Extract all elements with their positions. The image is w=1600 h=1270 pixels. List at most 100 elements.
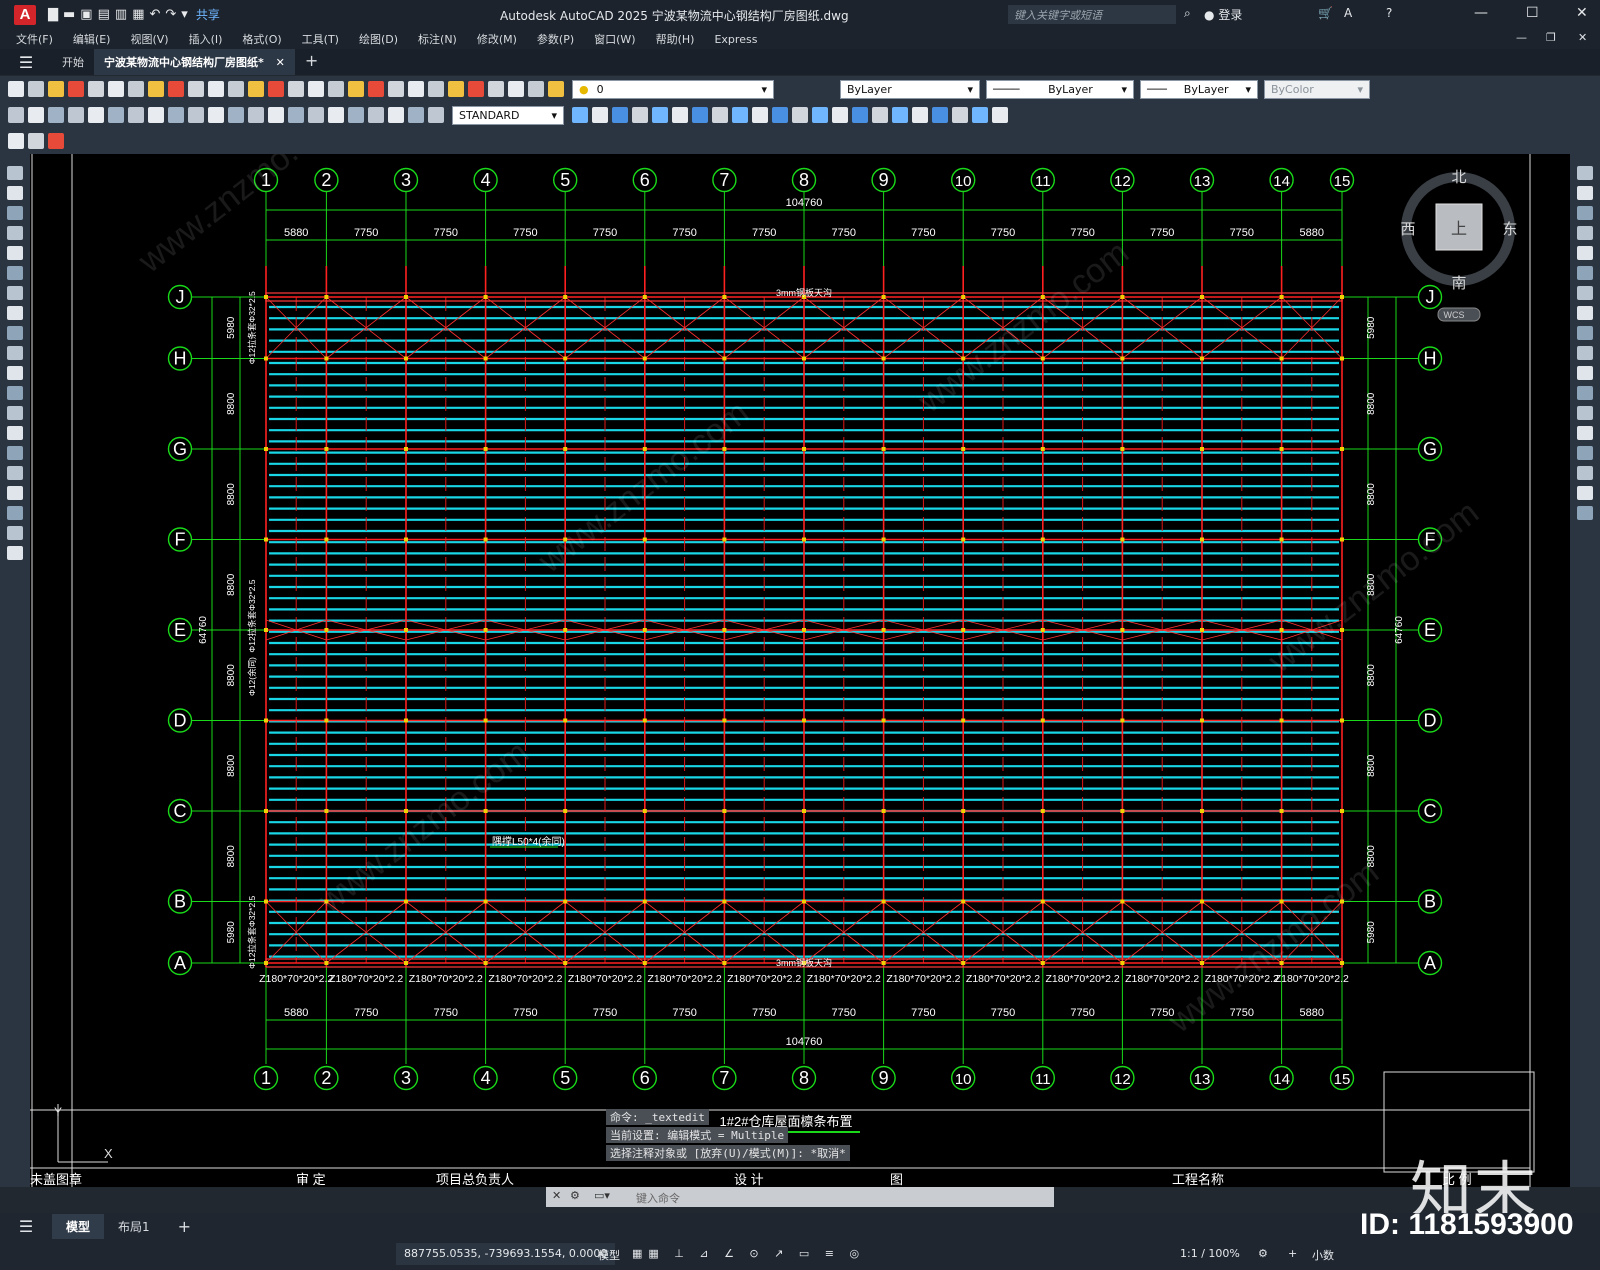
saveas-icon[interactable]: ▤ [98, 7, 110, 22]
tr2icons-b-tool-2-icon[interactable] [592, 107, 608, 123]
tr2icons-tool-9-icon[interactable] [168, 107, 184, 123]
leftbar-tool-20-icon[interactable] [7, 546, 23, 560]
rightbar-tool-9-icon[interactable] [1577, 326, 1593, 340]
menu-hamburger-icon[interactable]: ☰ [0, 49, 52, 75]
tr2icons-tool-10-icon[interactable] [188, 107, 204, 123]
annotation-scale[interactable]: 1:1 / 100% [1180, 1247, 1240, 1260]
text-style-dropdown[interactable]: STANDARD ▾ [452, 105, 564, 125]
tr2icons-tool-6-icon[interactable] [108, 107, 124, 123]
rightbar-tool-1-icon[interactable] [1577, 166, 1593, 180]
tr1icons-tool-24-icon[interactable] [468, 81, 484, 97]
rightbar-tool-2-icon[interactable] [1577, 186, 1593, 200]
tr2icons-tool-20-icon[interactable] [388, 107, 404, 123]
tr2icons-b-tool-14-icon[interactable] [832, 107, 848, 123]
color-dropdown[interactable]: ByLayer ▾ [840, 79, 980, 99]
cart-icon[interactable]: 🛒 [1318, 6, 1333, 20]
tr2icons-tool-11-icon[interactable] [208, 107, 224, 123]
minimize-icon[interactable]: — [1474, 5, 1488, 21]
tr1icons-tool-10-icon[interactable] [188, 81, 204, 97]
drawing-canvas[interactable]: 5880 7750 7750 7750 7750 7750 7750 7750 7750 7750… [30, 154, 1570, 1187]
tr2icons-b-tool-3-icon[interactable] [612, 107, 628, 123]
tab-start[interactable]: 开始 [52, 49, 94, 75]
tr1icons-tool-27-icon[interactable] [528, 81, 544, 97]
rightbar-tool-14-icon[interactable] [1577, 426, 1593, 440]
leftbar-tool-12-icon[interactable] [7, 386, 23, 400]
leftbar-tool-1-icon[interactable] [7, 166, 23, 180]
menu-express[interactable]: Express [714, 33, 757, 46]
coordinates-readout[interactable]: 887755.0535, -739693.1554, 0.0000 [396, 1243, 616, 1265]
search-input[interactable]: 键入关键字或短语 [1008, 5, 1176, 24]
menu-file[interactable]: 文件(F) [16, 31, 53, 47]
tr2icons-tool-1-icon[interactable] [8, 107, 24, 123]
tr2icons-b-tool-11-icon[interactable] [772, 107, 788, 123]
plotstyle-dropdown[interactable]: ByColor ▾ [1264, 79, 1370, 99]
redo-icon[interactable]: ↷ [165, 7, 176, 22]
menu-modify[interactable]: 修改(M) [477, 31, 517, 47]
menu-insert[interactable]: 插入(I) [189, 31, 223, 47]
undo-icon[interactable]: ↶ [149, 7, 160, 22]
tr1icons-tool-19-icon[interactable] [368, 81, 384, 97]
maximize-icon[interactable]: ☐ [1526, 5, 1539, 21]
tr1icons-tool-23-icon[interactable] [448, 81, 464, 97]
tr2icons-tool-7-icon[interactable] [128, 107, 144, 123]
layer-dropdown[interactable]: ● 0 ▾ [572, 79, 774, 99]
tr2icons-tool-22-icon[interactable] [428, 107, 444, 123]
tr1icons-tool-5-icon[interactable] [88, 81, 104, 97]
tr2icons-b-tool-8-icon[interactable] [712, 107, 728, 123]
menu-view[interactable]: 视图(V) [130, 31, 168, 47]
tr2icons-b-tool-20-icon[interactable] [952, 107, 968, 123]
settings-icon[interactable]: ⚙ [1258, 1247, 1268, 1260]
rightbar-tool-5-icon[interactable] [1577, 246, 1593, 260]
command-close-icon[interactable]: ✕ [552, 1189, 561, 1202]
linetype-dropdown[interactable]: ──── ByLayer ▾ [986, 79, 1134, 99]
tab-drawing[interactable]: 宁波某物流中心钢结构厂房图纸* ✕ [94, 49, 295, 75]
tr1icons-tool-4-icon[interactable] [68, 81, 84, 97]
drafting-tools-icons[interactable]: ▦▦ ⊥ ⊿ ∠ ⊙ ↗ ▭ ≡ ◎ [632, 1247, 865, 1260]
tr1icons-tool-9-icon[interactable] [168, 81, 184, 97]
tr2icons-b-tool-12-icon[interactable] [792, 107, 808, 123]
tr2icons-tool-21-icon[interactable] [408, 107, 424, 123]
leftbar-tool-2-icon[interactable] [7, 186, 23, 200]
tab-model[interactable]: 模型 [52, 1213, 105, 1239]
tr2icons-b-tool-10-icon[interactable] [752, 107, 768, 123]
tr1icons-tool-8-icon[interactable] [148, 81, 164, 97]
tr2icons-b-tool-21-icon[interactable] [972, 107, 988, 123]
new-tab-icon[interactable]: + [295, 49, 328, 75]
plus-icon[interactable]: + [1288, 1247, 1297, 1260]
tr1icons-tool-16-icon[interactable] [308, 81, 324, 97]
doc-minimize-icon[interactable]: — [1516, 31, 1527, 44]
command-customize-icon[interactable]: ⚙ [570, 1189, 580, 1202]
tr2icons-tool-2-icon[interactable] [28, 107, 44, 123]
tr1icons-tool-20-icon[interactable] [388, 81, 404, 97]
leftbar-tool-9-icon[interactable] [7, 326, 23, 340]
tr2icons-tool-3-icon[interactable] [48, 107, 64, 123]
search-icon[interactable]: ⌕ [1184, 6, 1191, 21]
tr3icons-tool-2-icon[interactable] [28, 133, 44, 149]
menu-draw[interactable]: 绘图(D) [359, 31, 398, 47]
rightbar-tool-8-icon[interactable] [1577, 306, 1593, 320]
leftbar-tool-3-icon[interactable] [7, 206, 23, 220]
tab-close-icon[interactable]: ✕ [276, 56, 285, 69]
rightbar-tool-15-icon[interactable] [1577, 446, 1593, 460]
leftbar-tool-7-icon[interactable] [7, 286, 23, 300]
share-button[interactable]: 共享 [196, 6, 220, 23]
leftbar-tool-5-icon[interactable] [7, 246, 23, 260]
tr3icons-tool-1-icon[interactable] [8, 133, 24, 149]
tr2icons-b-tool-22-icon[interactable] [992, 107, 1008, 123]
tr1icons-tool-22-icon[interactable] [428, 81, 444, 97]
autodesk-a-icon[interactable]: A [1344, 6, 1352, 20]
tr1icons-tool-7-icon[interactable] [128, 81, 144, 97]
publish-icon[interactable]: ▥ [115, 7, 127, 22]
tr2icons-b-tool-15-icon[interactable] [852, 107, 868, 123]
tr1icons-tool-3-icon[interactable] [48, 81, 64, 97]
units-display[interactable]: 小数 [1312, 1247, 1334, 1263]
rightbar-tool-3-icon[interactable] [1577, 206, 1593, 220]
lineweight-dropdown[interactable]: ─── ByLayer ▾ [1140, 79, 1258, 99]
tr1icons-tool-21-icon[interactable] [408, 81, 424, 97]
doc-restore-icon[interactable]: ❐ [1546, 31, 1556, 44]
rightbar-tool-18-icon[interactable] [1577, 506, 1593, 520]
model-space-button[interactable]: 模型 [598, 1247, 620, 1263]
tr1icons-tool-15-icon[interactable] [288, 81, 304, 97]
tr1icons-tool-18-icon[interactable] [348, 81, 364, 97]
menu-format[interactable]: 格式(O) [242, 31, 281, 47]
